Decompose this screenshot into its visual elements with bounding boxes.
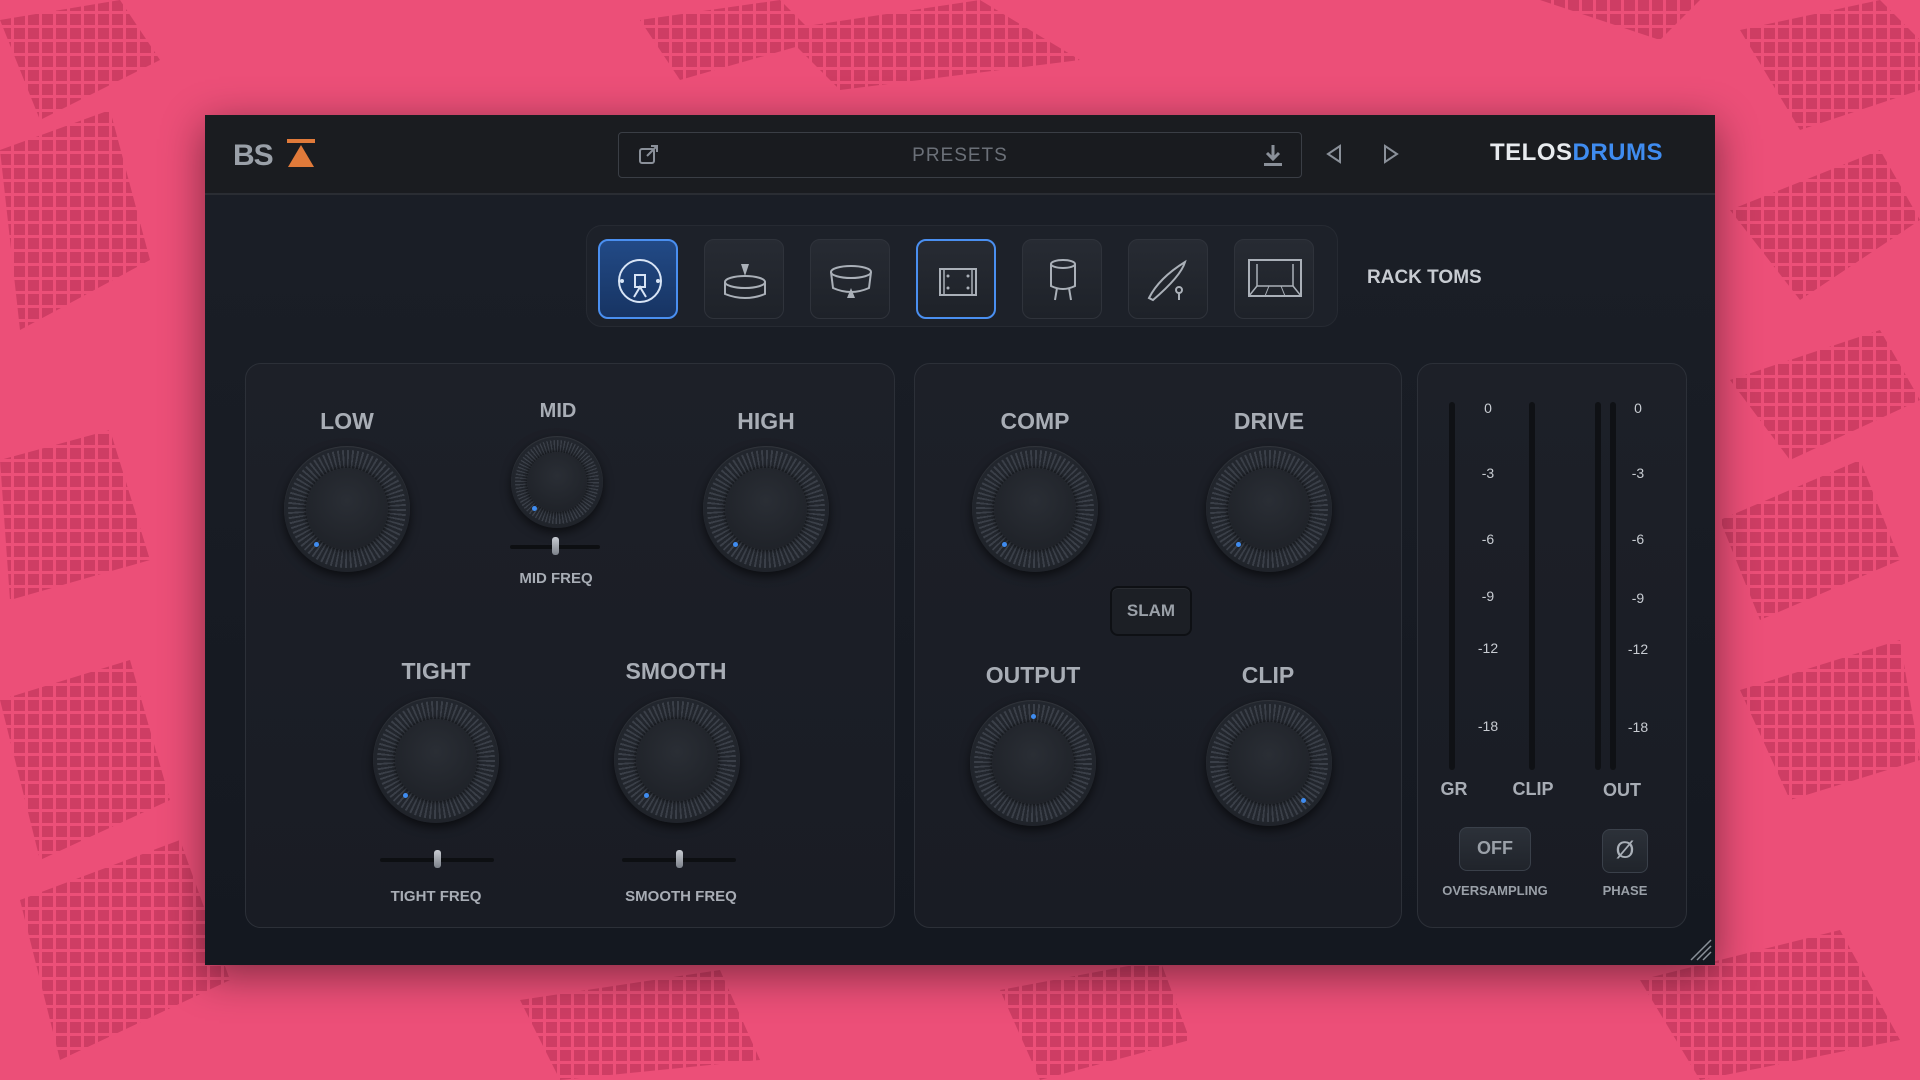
cymbal-icon: [1147, 259, 1187, 302]
mid-freq-slider[interactable]: [510, 537, 600, 555]
out-tick: 0: [1634, 400, 1642, 416]
smooth-knob[interactable]: [614, 697, 740, 823]
rack-tom-button[interactable]: [810, 239, 890, 319]
clip-knob[interactable]: [1206, 700, 1332, 826]
logo-triangle-icon: [287, 139, 315, 167]
out-meter-right: [1610, 402, 1616, 770]
floor-tom-icon: [939, 268, 977, 296]
tight-freq-label: TIGHT FREQ: [390, 888, 482, 905]
smooth-freq-slider[interactable]: [622, 850, 736, 868]
gr-tick: -6: [1481, 531, 1495, 547]
tight-knob[interactable]: [373, 697, 499, 823]
drive-knob[interactable]: [1206, 446, 1332, 572]
out-tick: -12: [1627, 641, 1649, 657]
gr-tick: -12: [1477, 640, 1499, 656]
smooth-label: SMOOTH: [625, 658, 727, 684]
room-button[interactable]: [1234, 239, 1314, 319]
mid-freq-label: MID FREQ: [519, 570, 593, 587]
phase-icon: Ø: [1615, 837, 1635, 864]
kick-drum-button[interactable]: [598, 239, 678, 319]
kick-drum-icon: [618, 259, 662, 303]
clip-meter-label: CLIP: [1512, 779, 1554, 799]
cymbal-button[interactable]: [1128, 239, 1208, 319]
phase-label: PHASE: [1602, 883, 1648, 898]
out-meter-left: [1595, 402, 1601, 770]
next-preset-icon[interactable]: [1382, 144, 1400, 164]
selected-drum-label: RACK TOMS: [1367, 267, 1482, 288]
previous-preset-icon[interactable]: [1325, 144, 1343, 164]
high-label: HIGH: [737, 408, 795, 434]
tight-label: TIGHT: [401, 658, 471, 684]
oversampling-toggle[interactable]: OFF: [1459, 827, 1531, 871]
presets-bar[interactable]: PRESETS: [618, 132, 1302, 178]
oversampling-label: OVERSAMPLING: [1442, 883, 1548, 898]
gr-tick: -3: [1481, 465, 1495, 481]
comp-knob[interactable]: [972, 446, 1098, 572]
gr-tick: -18: [1477, 718, 1499, 734]
comp-label: COMP: [1000, 408, 1070, 434]
top-bar: BS PRESETS TELOSDRUMS: [205, 115, 1715, 195]
tight-freq-slider[interactable]: [380, 850, 494, 868]
gr-tick: 0: [1484, 400, 1492, 416]
rack-tom-icon: [830, 265, 872, 298]
output-knob[interactable]: [970, 700, 1096, 826]
clip-meter: [1529, 402, 1535, 770]
out-tick: -3: [1631, 465, 1645, 481]
out-tick: -9: [1631, 590, 1645, 606]
snare-side-button[interactable]: [1022, 239, 1102, 319]
snare-drum-icon: [724, 264, 766, 299]
product-name: TELOSDRUMS: [1490, 139, 1664, 166]
out-tick: -18: [1627, 719, 1649, 735]
low-label: LOW: [320, 408, 374, 434]
output-label: OUTPUT: [985, 662, 1081, 688]
mid-knob[interactable]: [511, 436, 603, 528]
high-knob[interactable]: [703, 446, 829, 572]
low-knob[interactable]: [284, 446, 410, 572]
resize-grip-icon[interactable]: [1687, 936, 1713, 962]
mid-label: MID: [539, 400, 577, 422]
dynamics-panel: [914, 363, 1402, 928]
gr-label: GR: [1440, 779, 1468, 799]
slam-button[interactable]: SLAM: [1110, 586, 1192, 636]
out-tick: -6: [1631, 531, 1645, 547]
snare-drum-button[interactable]: [704, 239, 784, 319]
floor-tom-button[interactable]: [916, 239, 996, 319]
snare-side-icon: [1050, 259, 1076, 301]
smooth-freq-label: SMOOTH FREQ: [625, 888, 737, 905]
room-icon: [1248, 259, 1302, 297]
brand-logo: BS: [233, 139, 274, 172]
download-icon[interactable]: [1261, 143, 1285, 169]
out-label: OUT: [1603, 780, 1641, 800]
drive-label: DRIVE: [1233, 408, 1305, 434]
gr-meter: [1449, 402, 1455, 770]
phase-button[interactable]: Ø: [1602, 829, 1648, 873]
presets-label[interactable]: PRESETS: [619, 145, 1301, 167]
gr-tick: -9: [1481, 588, 1495, 604]
clip-label: CLIP: [1241, 662, 1295, 688]
